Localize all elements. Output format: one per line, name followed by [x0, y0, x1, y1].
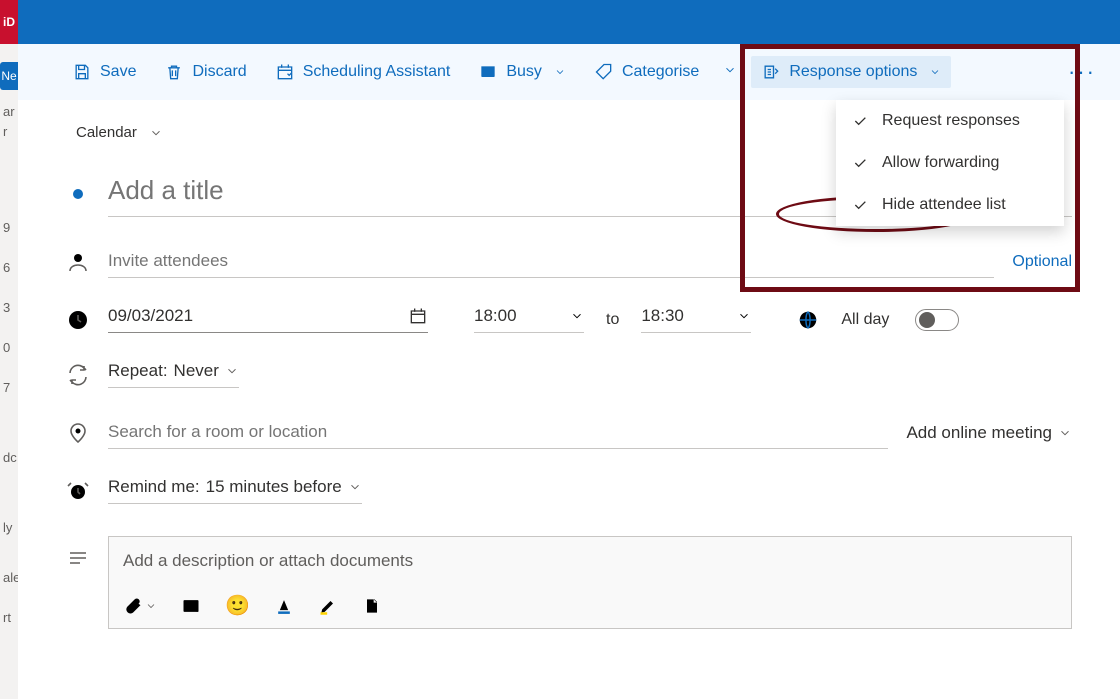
image-icon[interactable]: [181, 596, 201, 616]
check-icon: [852, 197, 868, 213]
chevron-down-icon: [145, 600, 157, 612]
emoji-icon[interactable]: 🙂: [225, 593, 250, 618]
chevron-down-icon: [149, 126, 163, 140]
all-day-toggle[interactable]: [915, 309, 959, 331]
calendar-crumb-label: Calendar: [76, 124, 137, 141]
end-time-value: 18:30: [641, 306, 729, 326]
to-label: to: [602, 311, 623, 329]
chevron-down-icon: [723, 63, 737, 77]
bg-fragment: dc: [3, 450, 17, 465]
reminder-value: 15 minutes before: [206, 477, 342, 497]
discard-label: Discard: [192, 63, 246, 81]
chevron-down-icon: [570, 309, 584, 323]
start-time-field[interactable]: 18:00: [474, 306, 584, 333]
repeat-dropdown[interactable]: Repeat: Never: [108, 361, 239, 388]
trash-icon: [164, 62, 184, 82]
attendees-input[interactable]: [108, 245, 994, 278]
date-field[interactable]: [108, 306, 428, 333]
bg-fragment: ar: [3, 104, 15, 119]
repeat-icon: [66, 363, 90, 387]
online-meeting-label: Add online meeting: [906, 423, 1052, 443]
menu-item-request-responses[interactable]: Request responses: [836, 100, 1064, 142]
menu-item-label: Request responses: [882, 112, 1020, 130]
tag-icon: [594, 62, 614, 82]
categorise-dropdown[interactable]: Categorise: [584, 56, 709, 88]
repeat-label: Repeat:: [108, 361, 168, 381]
all-day-label: All day: [841, 311, 889, 329]
person-icon: [66, 250, 90, 274]
bg-fragment: ale: [3, 570, 18, 585]
response-options-label: Response options: [789, 63, 917, 81]
bg-fragment: 9: [3, 220, 10, 235]
title-bar: [18, 0, 1120, 44]
highlight-icon[interactable]: [318, 596, 338, 616]
timezone-icon[interactable]: [797, 309, 819, 331]
date-input[interactable]: [108, 306, 400, 326]
paperclip-icon: [123, 596, 143, 616]
bg-fragment: 0: [3, 340, 10, 355]
save-icon: [72, 62, 92, 82]
response-options-icon: [761, 62, 781, 82]
location-icon: [66, 421, 90, 445]
busy-icon: [478, 62, 498, 82]
background-window-sliver: iD Ne ar r 9 6 3 0 7 dc ly ale rt: [0, 0, 18, 699]
chevron-down-icon: [554, 66, 566, 78]
description-toolbar: 🙂: [109, 585, 1071, 628]
add-online-meeting-dropdown[interactable]: Add online meeting: [906, 423, 1072, 443]
bg-fragment: 6: [3, 260, 10, 275]
bg-fragment: 3: [3, 300, 10, 315]
bg-fragment: r: [3, 124, 7, 139]
check-icon: [852, 155, 868, 171]
end-time-field[interactable]: 18:30: [641, 306, 751, 333]
description-icon: [66, 546, 90, 570]
discard-button[interactable]: Discard: [154, 56, 256, 88]
bg-new-button-fragment: Ne: [0, 62, 18, 90]
event-bullet: [66, 189, 90, 199]
reminder-dropdown[interactable]: Remind me: 15 minutes before: [108, 477, 362, 504]
location-input[interactable]: [108, 416, 888, 449]
bg-fragment: ly: [3, 520, 12, 535]
save-button[interactable]: Save: [62, 56, 146, 88]
font-color-icon[interactable]: [274, 596, 294, 616]
insert-icon[interactable]: [362, 596, 382, 616]
event-toolbar: Save Discard Scheduling Assistant Busy C…: [18, 44, 1120, 100]
bg-fragment: rt: [3, 610, 11, 625]
response-options-menu: Request responses Allow forwarding Hide …: [836, 100, 1064, 226]
more-actions-button[interactable]: ···: [1060, 59, 1104, 85]
response-options-dropdown[interactable]: Response options: [751, 56, 951, 88]
busy-label: Busy: [506, 63, 542, 81]
busy-dropdown[interactable]: Busy: [468, 56, 576, 88]
chevron-down-icon: [1058, 426, 1072, 440]
calendar-check-icon: [275, 62, 295, 82]
menu-item-allow-forwarding[interactable]: Allow forwarding: [836, 142, 1064, 184]
chevron-down-icon: [737, 309, 751, 323]
description-box: Add a description or attach documents 🙂: [108, 536, 1072, 629]
description-input[interactable]: Add a description or attach documents: [109, 537, 1071, 585]
attach-button[interactable]: [123, 596, 157, 616]
reminder-icon: [66, 479, 90, 503]
save-label: Save: [100, 63, 136, 81]
optional-link[interactable]: Optional: [1012, 253, 1072, 271]
chevron-down-icon: [929, 66, 941, 78]
chevron-down-icon: [348, 480, 362, 494]
scheduling-assistant-button[interactable]: Scheduling Assistant: [265, 56, 461, 88]
reminder-label: Remind me:: [108, 477, 200, 497]
categorise-label: Categorise: [622, 63, 699, 81]
bg-app-badge: iD: [0, 0, 18, 44]
clock-icon: [66, 308, 90, 332]
menu-item-hide-attendee-list[interactable]: Hide attendee list: [836, 184, 1064, 226]
scheduling-label: Scheduling Assistant: [303, 63, 451, 81]
check-icon: [852, 113, 868, 129]
start-time-value: 18:00: [474, 306, 562, 326]
categorise-chevron[interactable]: [717, 57, 743, 88]
chevron-down-icon: [225, 364, 239, 378]
menu-item-label: Hide attendee list: [882, 196, 1006, 214]
menu-item-label: Allow forwarding: [882, 154, 999, 172]
calendar-icon[interactable]: [408, 306, 428, 326]
repeat-value: Never: [174, 361, 219, 381]
bg-fragment: 7: [3, 380, 10, 395]
